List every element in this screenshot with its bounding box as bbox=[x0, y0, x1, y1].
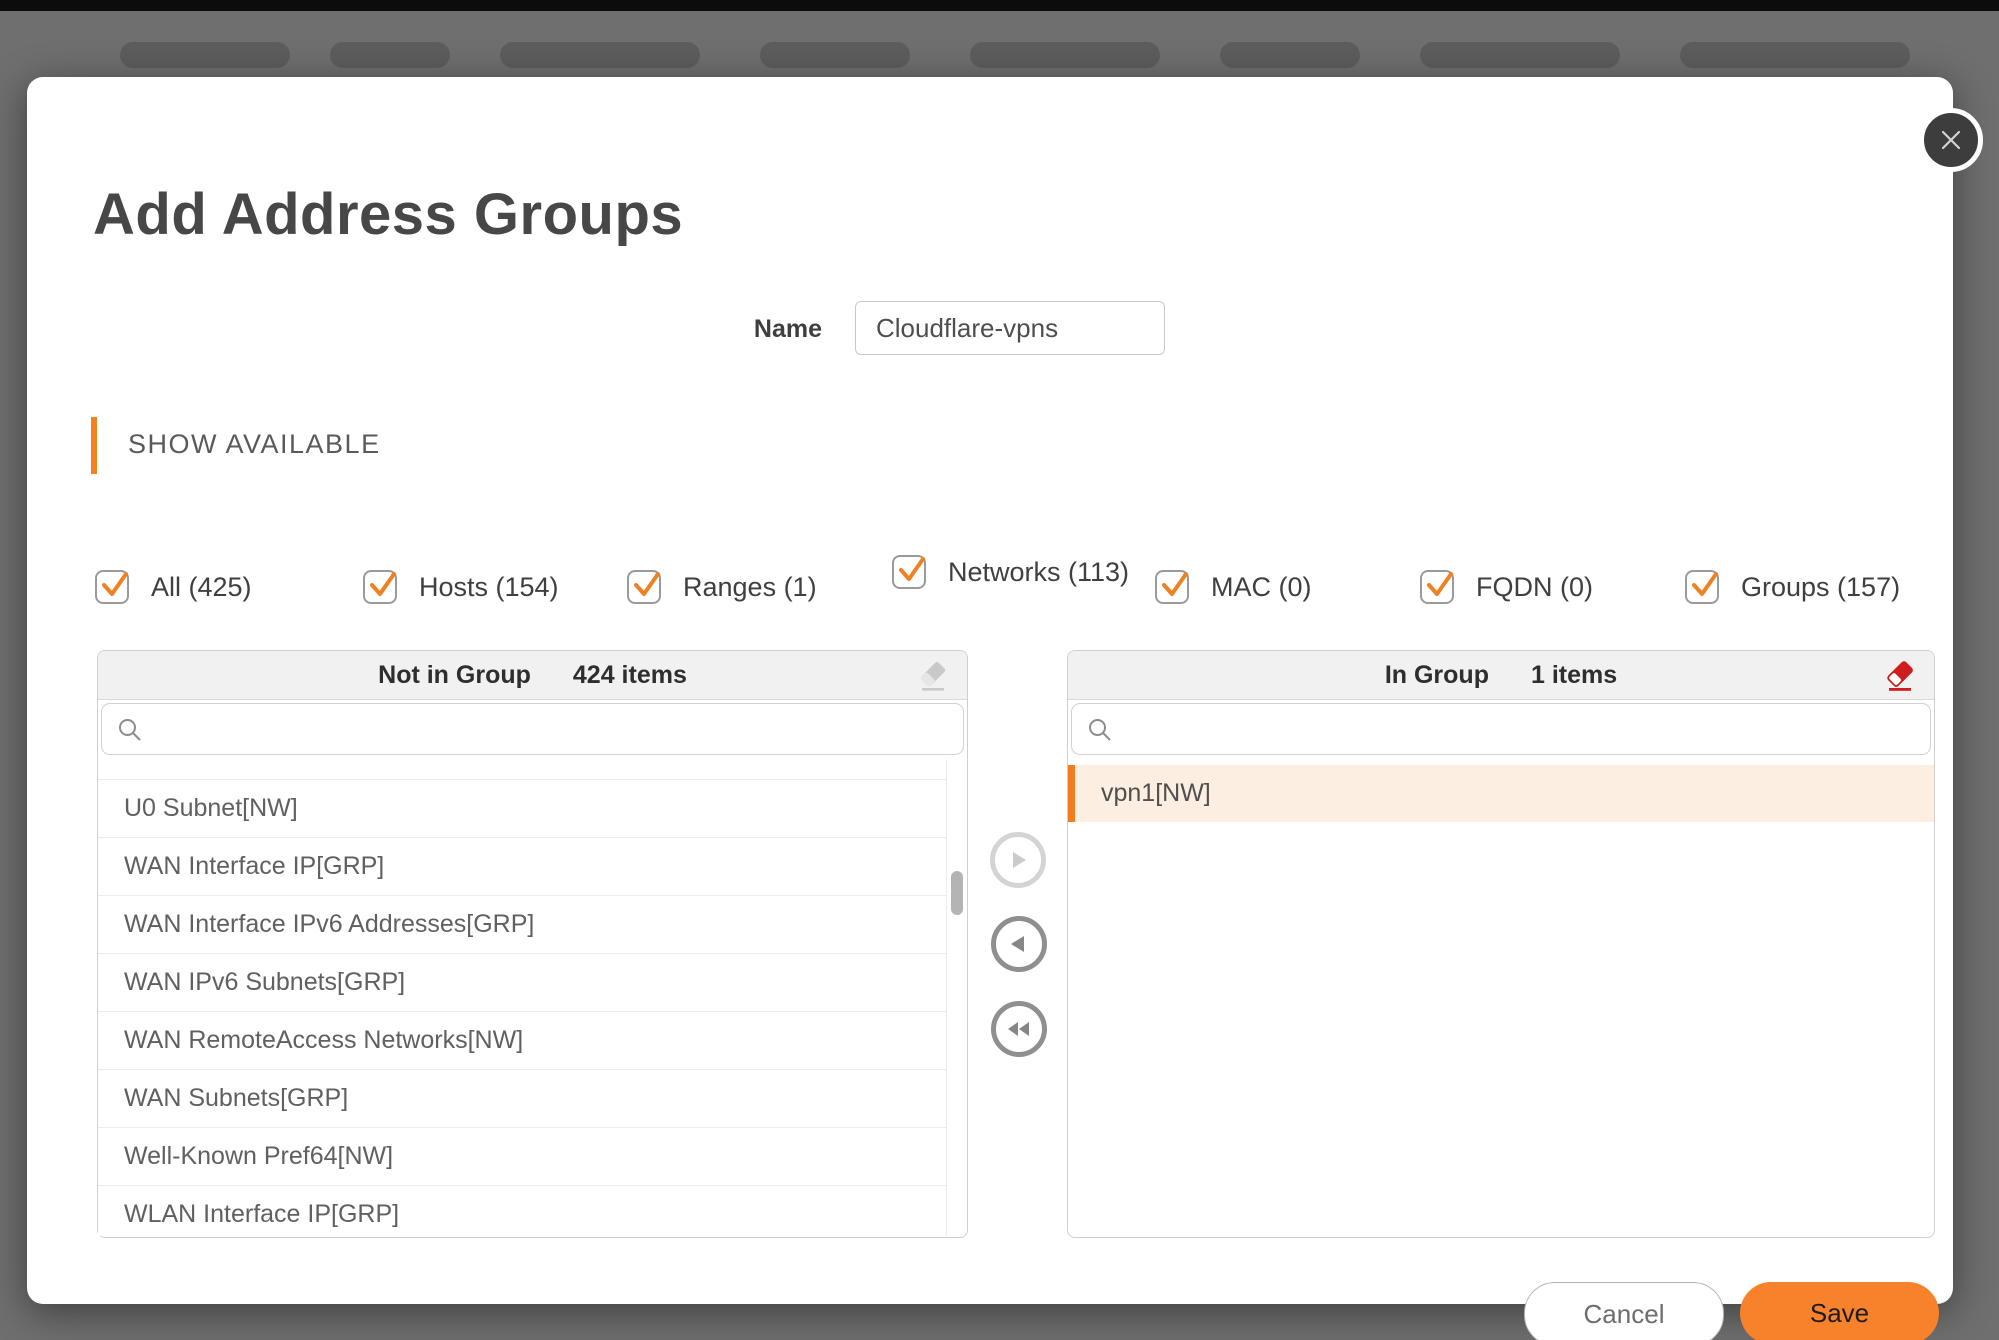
not-in-group-panel: Not in Group 424 items bbox=[97, 650, 968, 1238]
partially-scrolled-row bbox=[98, 759, 947, 780]
section-header: SHOW AVAILABLE bbox=[128, 429, 381, 460]
clear-group-eraser-icon[interactable] bbox=[1880, 657, 1920, 697]
move-right-button[interactable] bbox=[990, 832, 1046, 888]
panel-count: 424 items bbox=[573, 661, 687, 690]
filter-label: Ranges (1) bbox=[683, 572, 817, 603]
name-label: Name bbox=[667, 315, 822, 344]
dimmed-background-shape bbox=[330, 42, 450, 68]
search-icon bbox=[1086, 716, 1114, 749]
filter-groups[interactable]: Groups (157) bbox=[1685, 566, 1900, 608]
dimmed-background-shape bbox=[500, 42, 700, 68]
not-in-group-header: Not in Group 424 items bbox=[98, 651, 967, 700]
filter-label: FQDN (0) bbox=[1476, 572, 1593, 603]
cancel-button[interactable]: Cancel bbox=[1524, 1282, 1724, 1340]
not-in-group-searchbox bbox=[101, 703, 964, 755]
checkbox-checked-icon[interactable] bbox=[1420, 570, 1454, 604]
dimmed-background-shape bbox=[1220, 42, 1360, 68]
list-item[interactable]: WAN Interface IP[GRP] bbox=[98, 838, 947, 896]
list-item[interactable]: U0 Subnet[NW] bbox=[98, 780, 947, 838]
in-group-searchbox bbox=[1071, 703, 1931, 755]
move-all-left-button[interactable] bbox=[991, 1001, 1047, 1057]
panel-title: Not in Group bbox=[378, 661, 531, 690]
not-in-group-list: U0 Subnet[NW]WAN Interface IP[GRP]WAN In… bbox=[98, 759, 947, 1236]
in-group-list: vpn1[NW] bbox=[1068, 765, 1934, 1236]
panel-title: In Group bbox=[1385, 661, 1489, 690]
checkbox-checked-icon[interactable] bbox=[363, 570, 397, 604]
list-item[interactable]: WAN Interface IPv6 Addresses[GRP] bbox=[98, 896, 947, 954]
filter-all[interactable]: All (425) bbox=[95, 566, 252, 608]
save-button[interactable]: Save bbox=[1740, 1282, 1939, 1340]
checkbox-checked-icon[interactable] bbox=[95, 570, 129, 604]
list-item[interactable]: WAN Subnets[GRP] bbox=[98, 1070, 947, 1128]
browser-top-strip bbox=[0, 0, 1999, 11]
in-group-header: In Group 1 items bbox=[1068, 651, 1934, 700]
checkbox-checked-icon[interactable] bbox=[627, 570, 661, 604]
dimmed-background-shape bbox=[1420, 42, 1620, 68]
list-item[interactable]: WLAN Interface IP[GRP] bbox=[98, 1186, 947, 1236]
checkbox-checked-icon[interactable] bbox=[1685, 570, 1719, 604]
checkbox-checked-icon[interactable] bbox=[892, 555, 926, 589]
filter-label: Hosts (154) bbox=[419, 572, 559, 603]
dimmed-background-shape bbox=[1680, 42, 1910, 68]
in-group-search-input[interactable] bbox=[1124, 704, 1922, 756]
filter-label: MAC (0) bbox=[1211, 572, 1312, 603]
dimmed-background-shape bbox=[760, 42, 910, 68]
search-icon bbox=[116, 716, 144, 749]
close-button[interactable] bbox=[1919, 108, 1983, 172]
filter-fqdn[interactable]: FQDN (0) bbox=[1420, 566, 1593, 608]
list-item[interactable]: Well-Known Pref64[NW] bbox=[98, 1128, 947, 1186]
section-accent-bar bbox=[91, 417, 97, 474]
close-icon bbox=[1938, 127, 1964, 153]
dialog-title: Add Address Groups bbox=[93, 181, 683, 248]
list-item[interactable]: WAN RemoteAccess Networks[NW] bbox=[98, 1012, 947, 1070]
checkbox-checked-icon[interactable] bbox=[1155, 570, 1189, 604]
filter-label: All (425) bbox=[151, 572, 252, 603]
list-item[interactable]: vpn1[NW] bbox=[1068, 765, 1934, 822]
add-address-groups-dialog: Add Address Groups Name SHOW AVAILABLE A… bbox=[27, 77, 1953, 1304]
name-input[interactable] bbox=[855, 301, 1165, 355]
filter-ranges[interactable]: Ranges (1) bbox=[627, 566, 817, 608]
filter-networks[interactable]: Networks (113) bbox=[892, 536, 1070, 608]
panel-count: 1 items bbox=[1531, 661, 1617, 690]
in-group-panel: In Group 1 items vpn1[N bbox=[1067, 650, 1935, 1238]
filter-label: Groups (157) bbox=[1741, 572, 1900, 603]
filter-hosts[interactable]: Hosts (154) bbox=[363, 566, 559, 608]
double-arrow-left-icon bbox=[1004, 1016, 1034, 1042]
dimmed-background-shape bbox=[970, 42, 1160, 68]
scrollbar-thumb[interactable] bbox=[951, 871, 963, 915]
not-in-group-search-input[interactable] bbox=[154, 704, 955, 756]
move-left-button[interactable] bbox=[991, 916, 1047, 972]
dimmed-background-shape bbox=[120, 42, 290, 68]
screen: Add Address Groups Name SHOW AVAILABLE A… bbox=[0, 0, 1999, 1340]
filter-mac[interactable]: MAC (0) bbox=[1155, 566, 1312, 608]
clear-search-eraser-icon[interactable] bbox=[913, 657, 953, 697]
arrow-left-icon bbox=[1006, 931, 1032, 957]
arrow-right-icon bbox=[1005, 847, 1031, 873]
list-item[interactable]: WAN IPv6 Subnets[GRP] bbox=[98, 954, 947, 1012]
filter-label: Networks (113) bbox=[948, 555, 1070, 589]
scrollbar-track[interactable] bbox=[946, 759, 967, 1236]
